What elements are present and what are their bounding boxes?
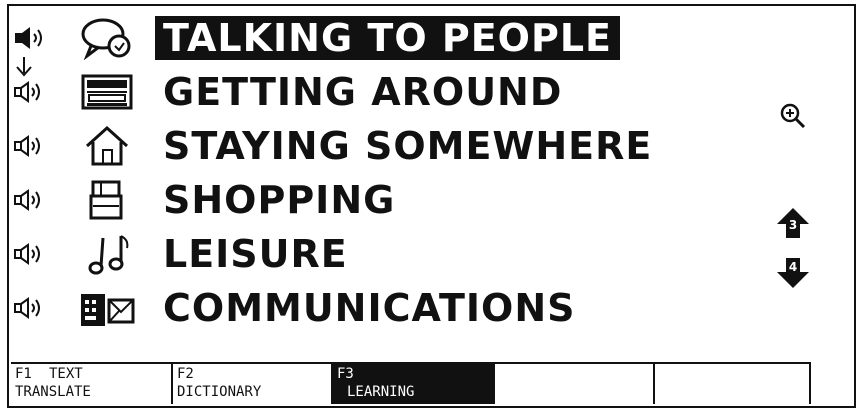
menu-item-getting-around[interactable]: GETTING AROUND	[9, 68, 769, 116]
speaker-icon[interactable]	[13, 242, 49, 266]
fkey-label-bottom: LEARNING	[347, 384, 415, 400]
speaker-icon[interactable]	[13, 296, 49, 320]
speaker-icon[interactable]	[13, 26, 49, 50]
house-icon	[85, 125, 129, 166]
speaker-icon[interactable]	[13, 188, 49, 212]
f3-learning-key[interactable]: F3 LEARNING	[333, 364, 495, 404]
shopping-bag-icon	[89, 180, 123, 220]
page-up-button[interactable]: 3	[775, 206, 811, 240]
menu-item-leisure[interactable]: LEISURE	[9, 230, 769, 278]
fkey-label-bottom: DICTIONARY	[177, 384, 262, 400]
fkey-label-bottom: TRANSLATE	[15, 384, 91, 400]
music-notes-icon	[88, 235, 129, 275]
fkey-number: F1	[15, 366, 32, 382]
page-down-button[interactable]: 4	[775, 256, 811, 290]
menu-item-label: LEISURE	[163, 232, 348, 276]
phone-mail-icon	[81, 294, 135, 326]
page-down-number: 4	[788, 260, 798, 274]
menu-item-communications[interactable]: COMMUNICATIONS	[9, 284, 769, 332]
f1-text-translate-key[interactable]: F1 TEXT TRANSLATE	[11, 364, 173, 404]
menu-item-label: COMMUNICATIONS	[163, 286, 576, 330]
speaker-icon[interactable]	[13, 80, 49, 104]
page-up-number: 3	[788, 218, 798, 232]
device-screen: TALKING TO PEOPLE GETTING AROUND STAYING…	[7, 4, 856, 408]
menu-item-staying-somewhere[interactable]: STAYING SOMEWHERE	[9, 122, 769, 170]
speaker-icon[interactable]	[13, 134, 49, 158]
fkey-number: F2	[177, 366, 194, 382]
menu-item-shopping[interactable]: SHOPPING	[9, 176, 769, 224]
menu-item-label: GETTING AROUND	[163, 70, 563, 114]
magnifier-plus-icon[interactable]	[779, 102, 807, 130]
fkey-number: F3	[337, 366, 354, 382]
train-icon	[81, 74, 133, 110]
function-key-bar: F1 TEXT TRANSLATE F2 DICTIONARY F3 LEARN…	[11, 362, 811, 404]
speech-bubble-icon	[81, 18, 131, 60]
fkey-label-top: TEXT	[49, 366, 83, 382]
menu-item-talking-to-people[interactable]: TALKING TO PEOPLE	[9, 14, 769, 77]
f2-dictionary-key[interactable]: F2 DICTIONARY	[173, 364, 333, 404]
f4-empty-key[interactable]	[495, 364, 655, 404]
menu-item-label: TALKING TO PEOPLE	[155, 16, 620, 60]
menu-item-label: SHOPPING	[163, 178, 396, 222]
f5-empty-key[interactable]	[655, 364, 811, 404]
menu-item-label: STAYING SOMEWHERE	[163, 124, 653, 168]
